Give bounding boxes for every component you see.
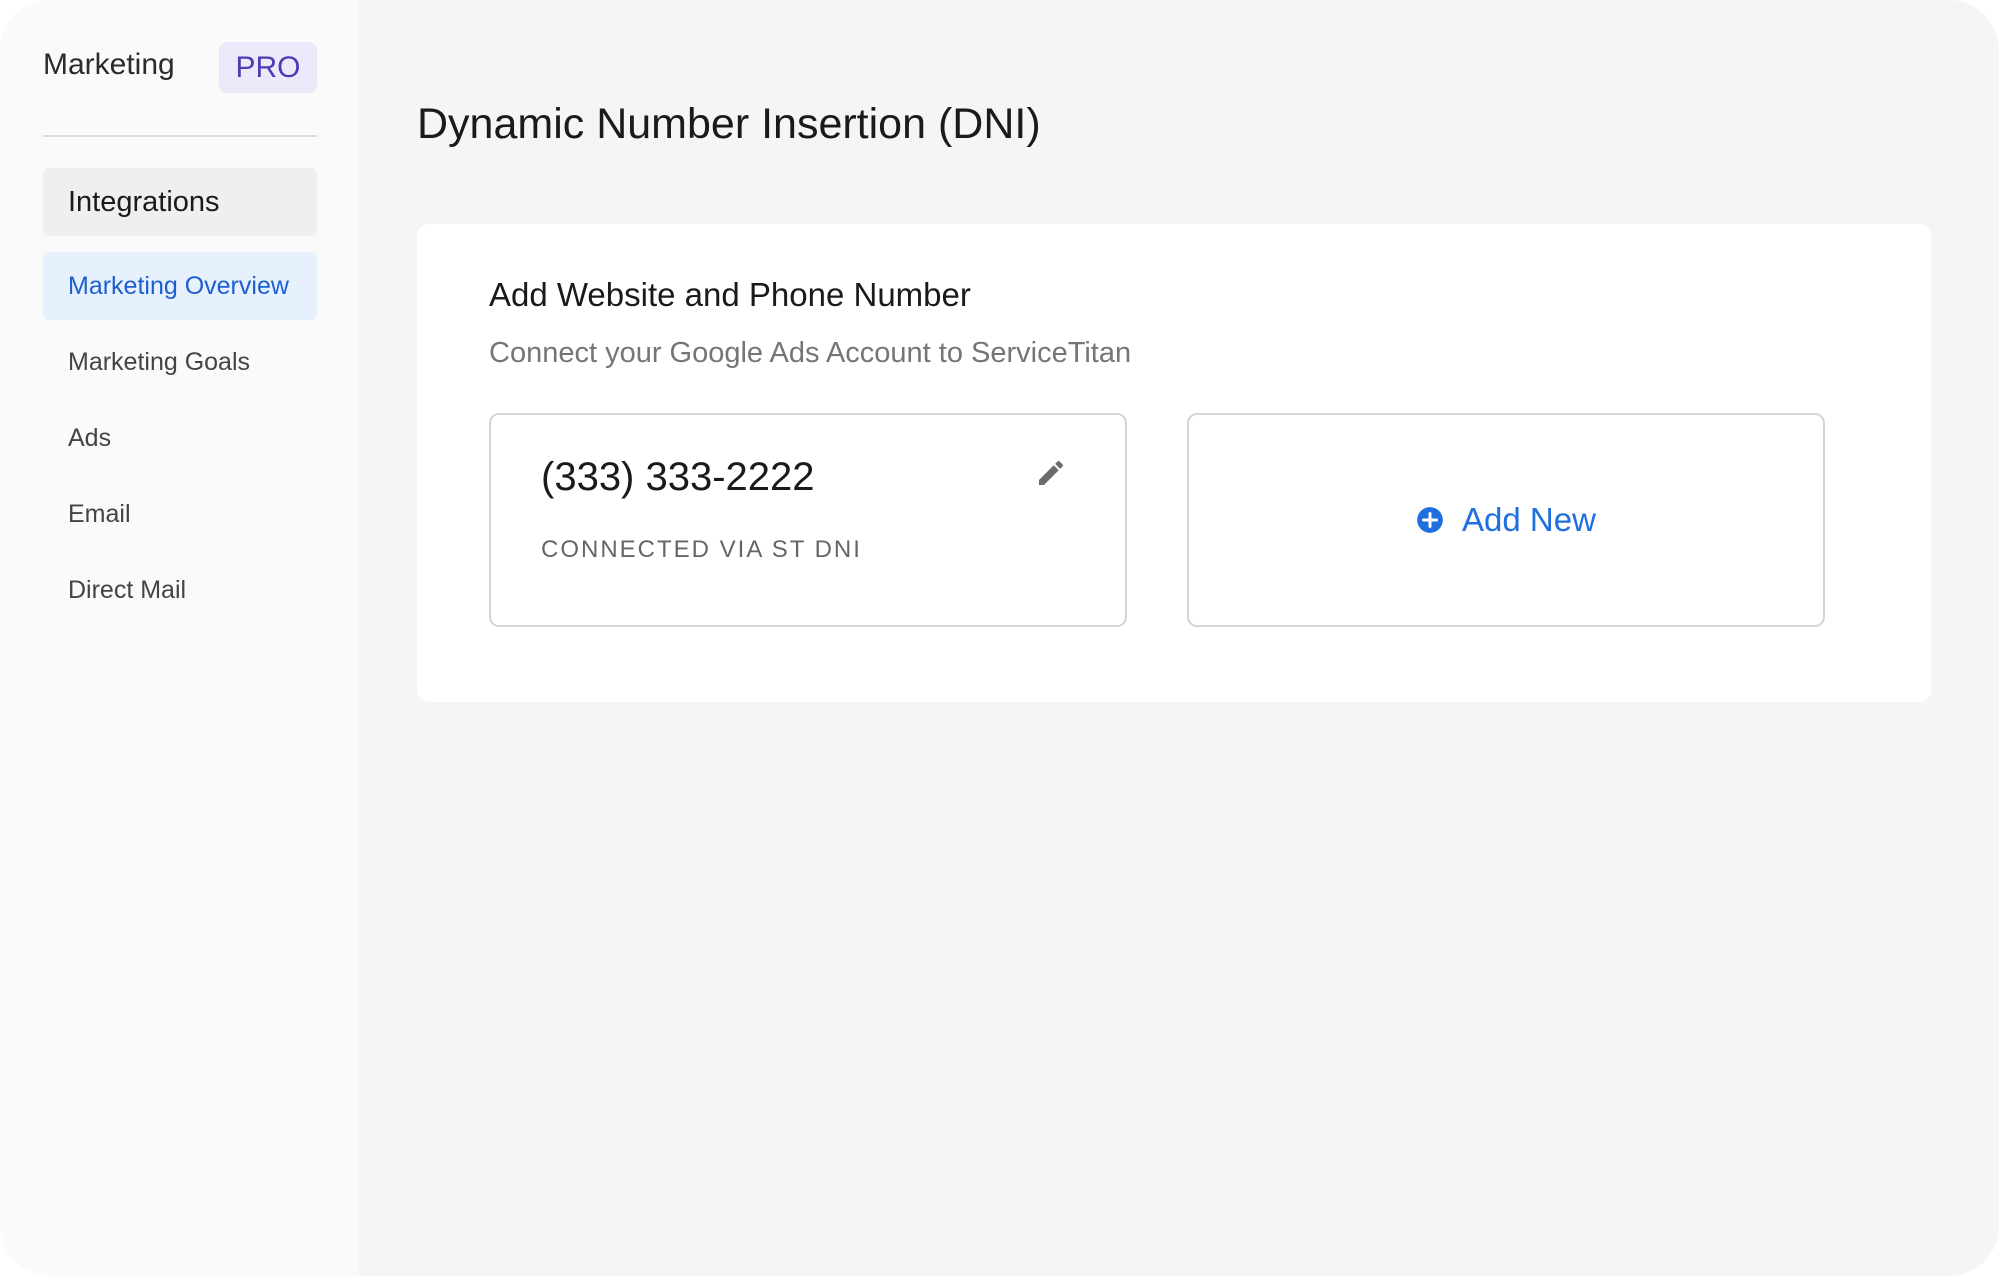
phone-number: (333) 333-2222 xyxy=(541,455,815,499)
sidebar-item-direct-mail[interactable]: Direct Mail xyxy=(43,556,317,624)
sidebar: Marketing PRO Integrations Marketing Ove… xyxy=(0,0,359,1276)
add-new-label: Add New xyxy=(1462,501,1596,538)
sidebar-item-email[interactable]: Email xyxy=(43,480,317,548)
card-subtitle: Connect your Google Ads Account to Servi… xyxy=(489,337,1132,369)
sidebar-item-ads[interactable]: Ads xyxy=(43,404,317,472)
card-title: Add Website and Phone Number xyxy=(489,276,971,313)
plus-circle-icon xyxy=(1417,507,1443,533)
pencil-icon xyxy=(1039,460,1064,485)
pro-badge: PRO xyxy=(219,42,317,93)
dni-card: Add Website and Phone Number Connect you… xyxy=(417,224,1931,702)
app-title: Marketing xyxy=(43,48,175,81)
sidebar-group-integrations[interactable]: Integrations xyxy=(43,168,317,236)
edit-number-button[interactable] xyxy=(1031,453,1071,493)
app-window: Marketing PRO Integrations Marketing Ove… xyxy=(0,0,1999,1276)
page-title: Dynamic Number Insertion (DNI) xyxy=(417,100,1041,148)
sidebar-item-marketing-overview[interactable]: Marketing Overview xyxy=(43,252,317,320)
connection-status: CONNECTED VIA ST DNI xyxy=(541,536,862,563)
phone-number-tile: (333) 333-2222 CONNECTED VIA ST DNI xyxy=(489,413,1127,627)
add-new-button[interactable]: Add New xyxy=(1187,413,1825,627)
sidebar-divider xyxy=(43,135,317,137)
sidebar-item-marketing-goals[interactable]: Marketing Goals xyxy=(43,328,317,396)
add-new-content: Add New xyxy=(1416,501,1596,539)
